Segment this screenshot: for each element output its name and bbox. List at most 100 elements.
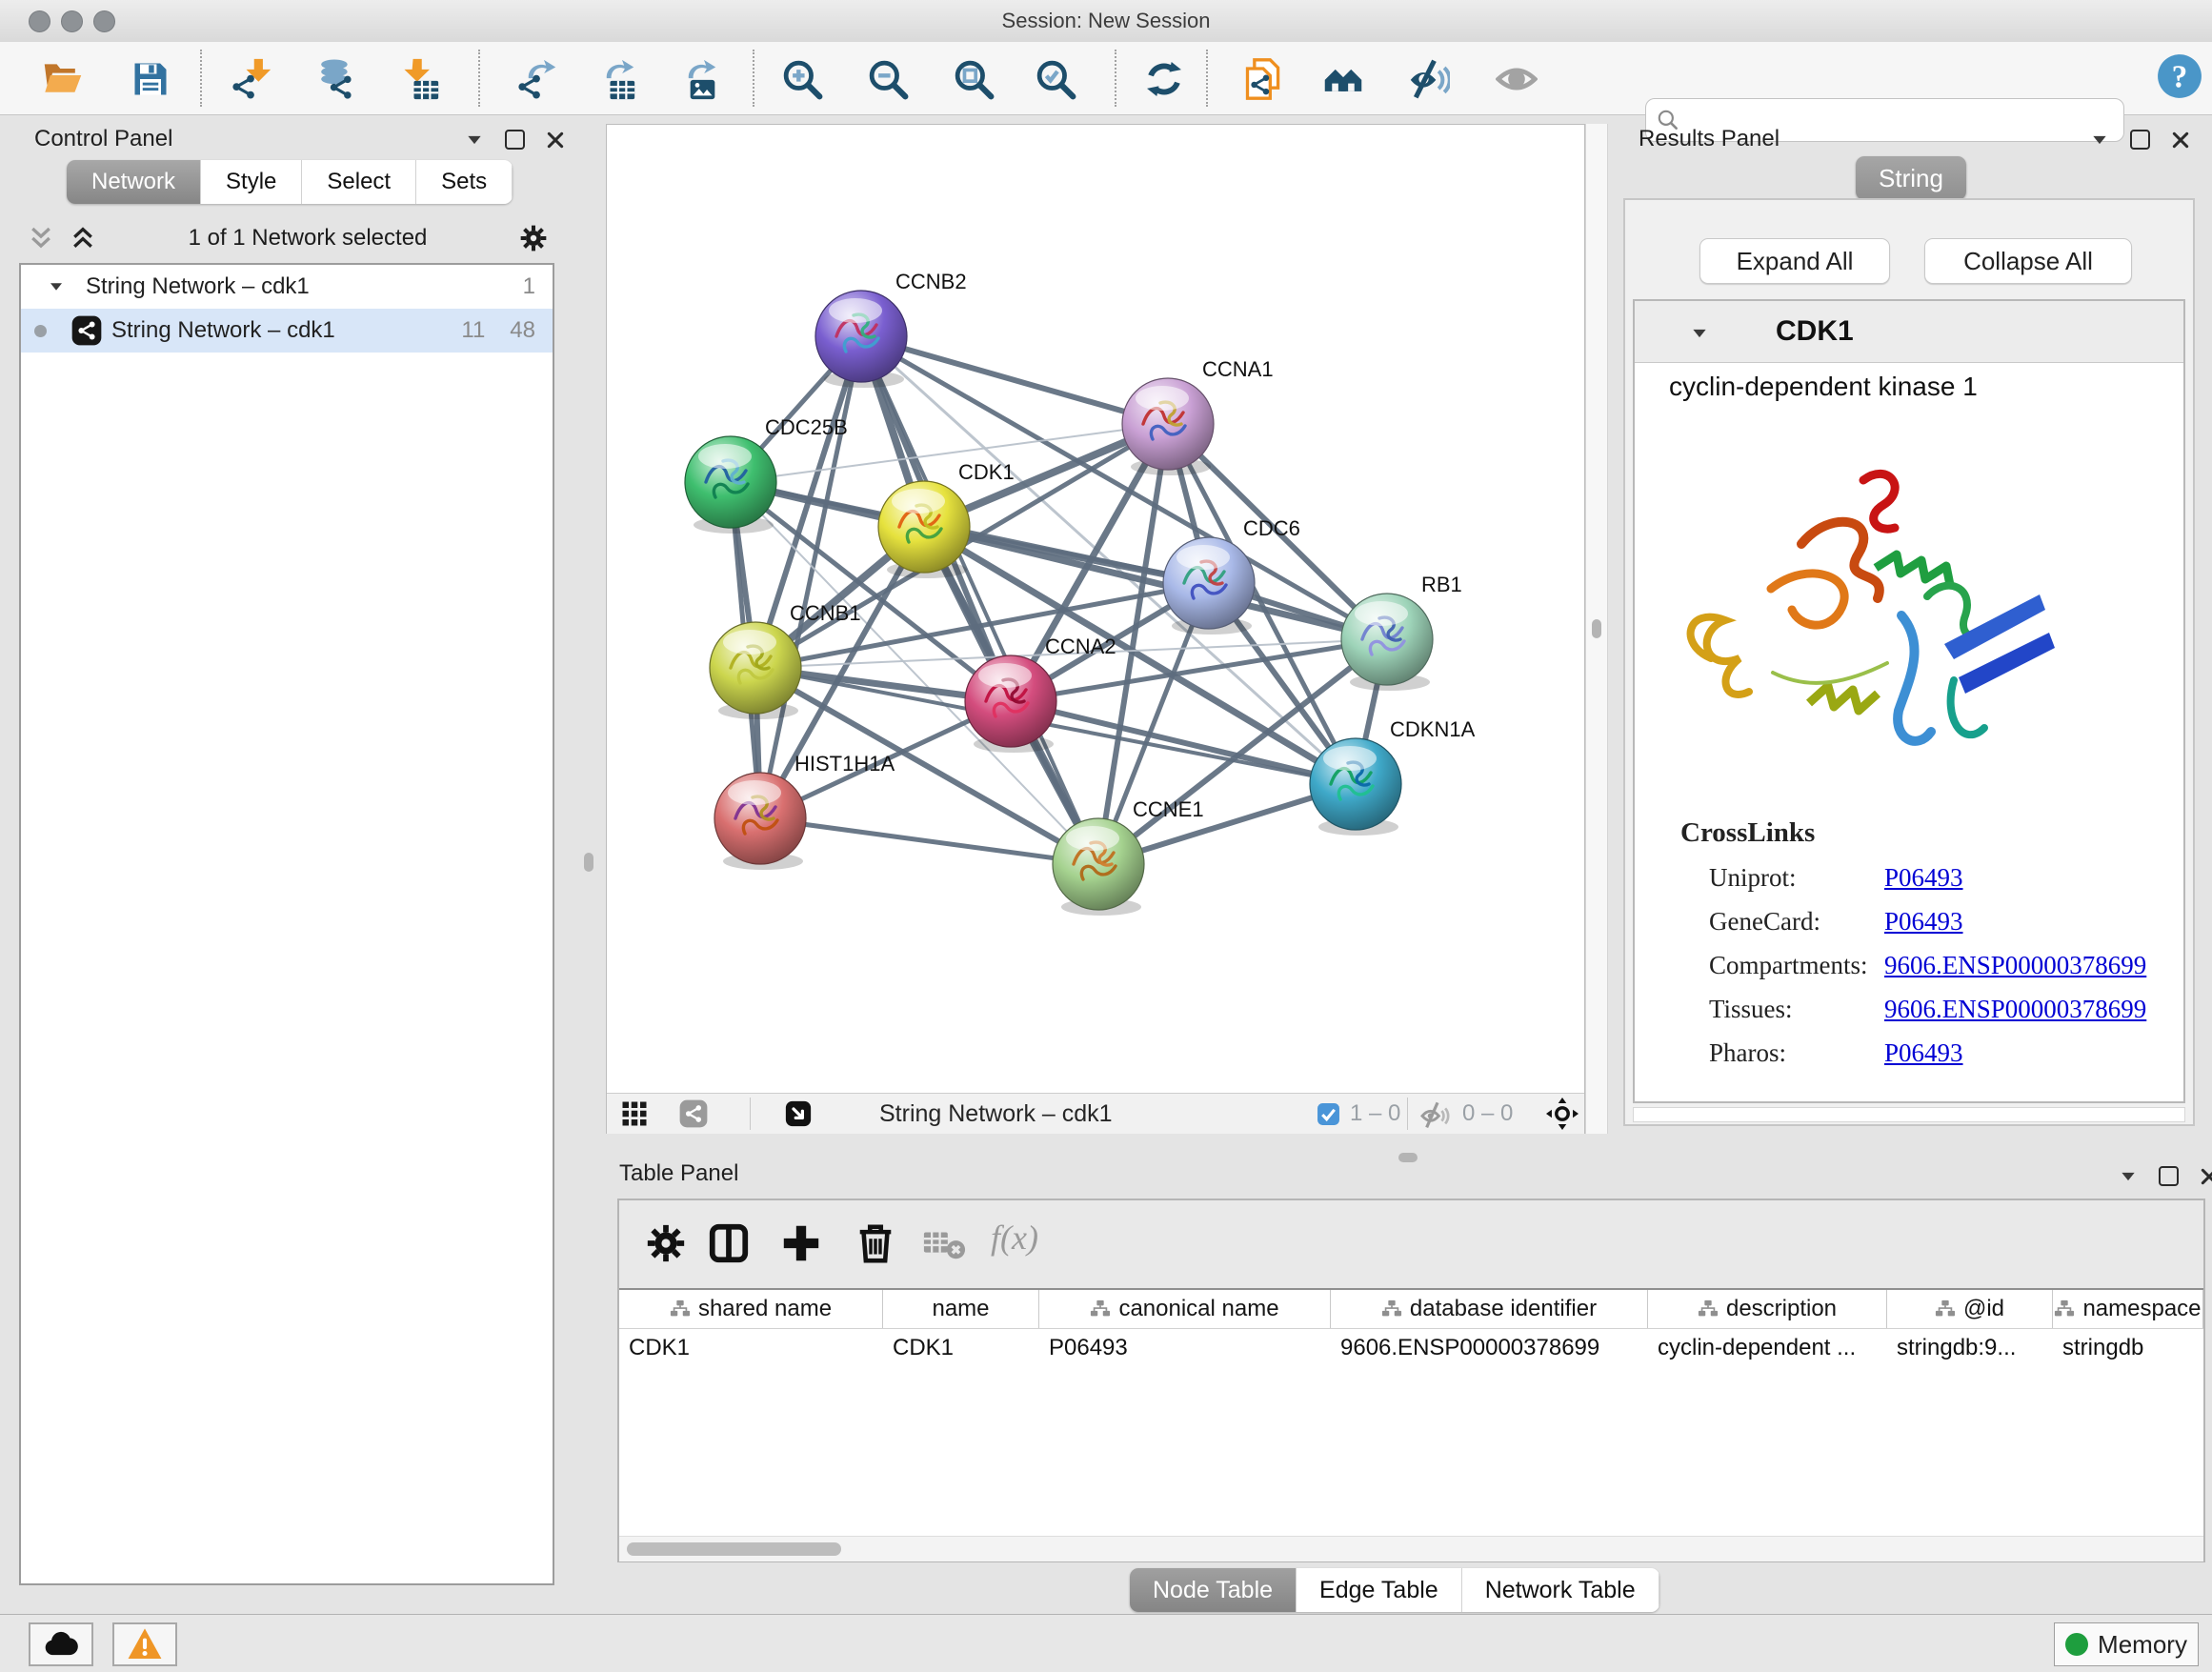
help-icon[interactable]: ?	[2153, 50, 2206, 103]
birdseye-view-icon[interactable]	[784, 1099, 813, 1133]
left-splitter-handle[interactable]	[584, 853, 593, 872]
zoom-fit-icon[interactable]	[947, 52, 1000, 106]
column-header-canonical-name[interactable]: canonical name	[1039, 1290, 1331, 1328]
tab-style[interactable]: Style	[201, 160, 302, 204]
tab-sets[interactable]: Sets	[416, 160, 513, 204]
import-table-icon[interactable]	[392, 52, 446, 106]
export-table-icon[interactable]	[589, 52, 642, 106]
hide-eye-icon[interactable]	[1402, 52, 1456, 106]
move-crosshair-icon[interactable]	[1546, 1098, 1579, 1135]
node-result-header[interactable]: CDK1	[1635, 301, 2183, 363]
collapse-all-button[interactable]: Collapse All	[1924, 238, 2132, 284]
collection-count: 1	[523, 273, 535, 300]
tree-expand-icon[interactable]	[48, 278, 65, 295]
network-node-CCNB1[interactable]: CCNB1	[710, 601, 861, 719]
node-label: CDK1	[958, 460, 1015, 484]
table-cell[interactable]: 9606.ENSP00000378699	[1331, 1328, 1648, 1368]
table-cell[interactable]: cyclin-dependent ...	[1648, 1328, 1887, 1368]
network-results-splitter[interactable]	[1585, 124, 1608, 1134]
network-edge[interactable]	[760, 818, 1098, 864]
gear-icon[interactable]	[518, 223, 549, 253]
table-cell[interactable]: stringdb	[2053, 1328, 2203, 1368]
table-cell[interactable]: stringdb:9...	[1887, 1328, 2053, 1368]
table-cell[interactable]: CDK1	[619, 1328, 883, 1368]
export-network-icon[interactable]	[511, 52, 564, 106]
collapse-entry-icon[interactable]	[1690, 324, 1709, 343]
memory-button[interactable]: Memory	[2054, 1622, 2199, 1666]
network-edge[interactable]	[861, 336, 1098, 864]
table-scrollbar-thumb[interactable]	[627, 1542, 841, 1556]
panel-float-icon[interactable]	[2159, 1166, 2179, 1186]
table-settings-gear-icon[interactable]	[644, 1221, 688, 1270]
network-edge[interactable]	[760, 336, 861, 818]
save-icon[interactable]	[124, 52, 177, 106]
home-icon[interactable]	[1317, 52, 1370, 106]
refresh-icon[interactable]	[1137, 52, 1191, 106]
crosslink-link[interactable]: 9606.ENSP00000378699	[1884, 951, 2146, 980]
network-canvas[interactable]: CCNB2CCNA1CDC25BCDK1CDC6RB1CCNB1CCNA2CDK…	[607, 125, 1584, 1093]
tab-network[interactable]: Network	[67, 160, 201, 204]
network-node-RB1[interactable]: RB1	[1341, 573, 1462, 691]
show-columns-icon[interactable]	[707, 1221, 751, 1270]
gray-eye-icon[interactable]	[1490, 52, 1543, 106]
zoom-out-icon[interactable]	[861, 52, 915, 106]
network-node-CCNA1[interactable]: CCNA1	[1122, 357, 1274, 475]
tab-node-table[interactable]: Node Table	[1130, 1568, 1297, 1612]
tab-edge-table[interactable]: Edge Table	[1297, 1568, 1462, 1612]
expand-all-button[interactable]: Expand All	[1699, 238, 1890, 284]
network-node-HIST1H1A[interactable]: HIST1H1A	[714, 752, 895, 870]
panel-close-icon[interactable]	[2200, 1167, 2212, 1186]
warning-button[interactable]	[112, 1622, 177, 1666]
panel-close-icon[interactable]	[546, 131, 565, 150]
grid-view-icon[interactable]	[620, 1099, 649, 1133]
string-style-icon[interactable]	[679, 1099, 708, 1133]
table-cell[interactable]: P06493	[1039, 1328, 1331, 1368]
panel-menu-caret-icon[interactable]	[465, 131, 484, 150]
network-node-CDKN1A[interactable]: CDKN1A	[1310, 717, 1476, 836]
crosslink-link[interactable]: P06493	[1884, 1038, 1963, 1068]
zoom-in-icon[interactable]	[775, 52, 829, 106]
results-scrollbar-track[interactable]	[1633, 1107, 2185, 1122]
tab-select[interactable]: Select	[302, 160, 416, 204]
column-header-name[interactable]: name	[883, 1290, 1039, 1328]
expand-all-networks-icon[interactable]	[69, 224, 97, 252]
panel-close-icon[interactable]	[2171, 131, 2190, 150]
table-cell[interactable]: CDK1	[883, 1328, 1039, 1368]
panel-float-icon[interactable]	[2130, 130, 2150, 150]
column-header-@id[interactable]: @id	[1887, 1290, 2053, 1328]
panel-menu-caret-icon[interactable]	[2090, 131, 2109, 150]
string-document-icon[interactable]	[1237, 52, 1290, 106]
column-header-namespace[interactable]: namespace	[2053, 1290, 2203, 1328]
tab-network-table[interactable]: Network Table	[1462, 1568, 1659, 1612]
selected-checkbox-icon[interactable]	[1317, 1102, 1340, 1131]
import-database-icon[interactable]	[307, 52, 360, 106]
crosslink-link[interactable]: P06493	[1884, 863, 1963, 893]
panel-float-icon[interactable]	[505, 130, 525, 150]
network-collection-row[interactable]: String Network – cdk1 1	[21, 265, 553, 309]
right-splitter-handle[interactable]	[1592, 619, 1601, 638]
export-image-icon[interactable]	[671, 52, 724, 106]
network-selector-bar: 1 of 1 Network selected	[11, 215, 564, 261]
panel-menu-caret-icon[interactable]	[2119, 1167, 2138, 1186]
column-header-database-identifier[interactable]: database identifier	[1331, 1290, 1648, 1328]
table-scrollbar-track[interactable]	[619, 1536, 2203, 1561]
network-row[interactable]: String Network – cdk1 11 48	[21, 309, 553, 353]
column-header-shared-name[interactable]: shared name	[619, 1290, 883, 1328]
network-node-CDK1[interactable]: CDK1	[878, 460, 1015, 578]
delete-column-icon[interactable]	[854, 1221, 897, 1270]
network-edge[interactable]	[861, 336, 1168, 424]
crosslink-link[interactable]: P06493	[1884, 907, 1963, 937]
add-column-icon[interactable]	[779, 1221, 823, 1270]
zoom-selected-icon[interactable]	[1029, 52, 1082, 106]
tab-string[interactable]: String	[1856, 156, 1966, 200]
import-network-icon[interactable]	[225, 52, 278, 106]
cloud-button[interactable]	[29, 1622, 93, 1666]
table-row[interactable]: CDK1CDK1P064939606.ENSP00000378699cyclin…	[619, 1328, 2203, 1368]
open-folder-icon[interactable]	[36, 52, 90, 106]
toolbar-separator	[1115, 50, 1116, 107]
table-header-row[interactable]: shared namenamecanonical namedatabase id…	[619, 1290, 2203, 1329]
collapse-all-networks-icon[interactable]	[27, 224, 55, 252]
network-node-CCNB2[interactable]: CCNB2	[815, 270, 967, 388]
column-header-description[interactable]: description	[1648, 1290, 1887, 1328]
crosslink-link[interactable]: 9606.ENSP00000378699	[1884, 995, 2146, 1024]
